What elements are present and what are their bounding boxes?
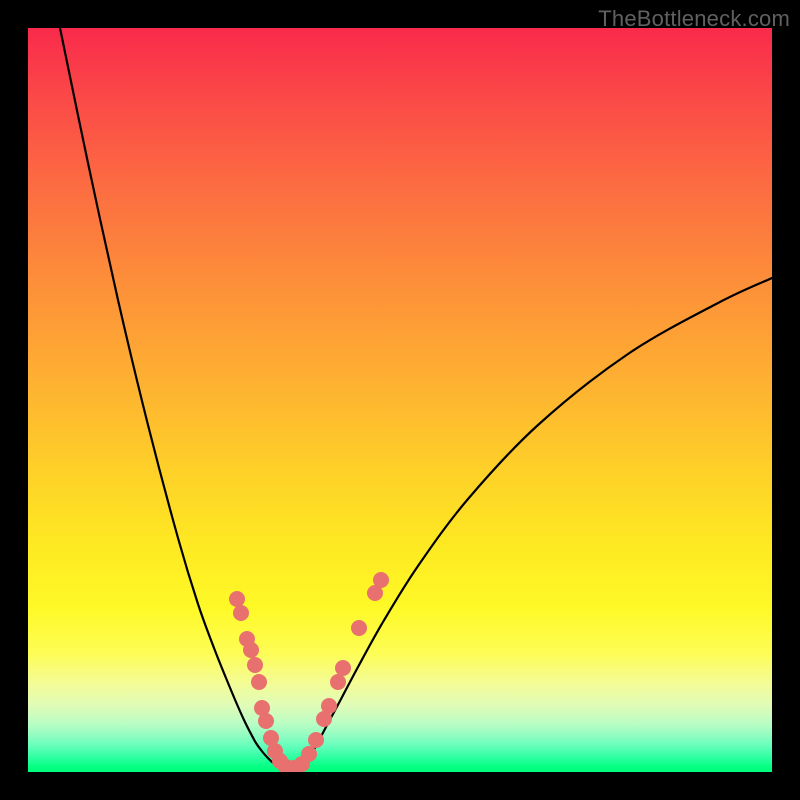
plot-frame <box>28 28 772 772</box>
heatmap-gradient <box>28 28 772 772</box>
gradient-fill <box>28 28 772 772</box>
watermark-text: TheBottleneck.com <box>598 6 790 32</box>
